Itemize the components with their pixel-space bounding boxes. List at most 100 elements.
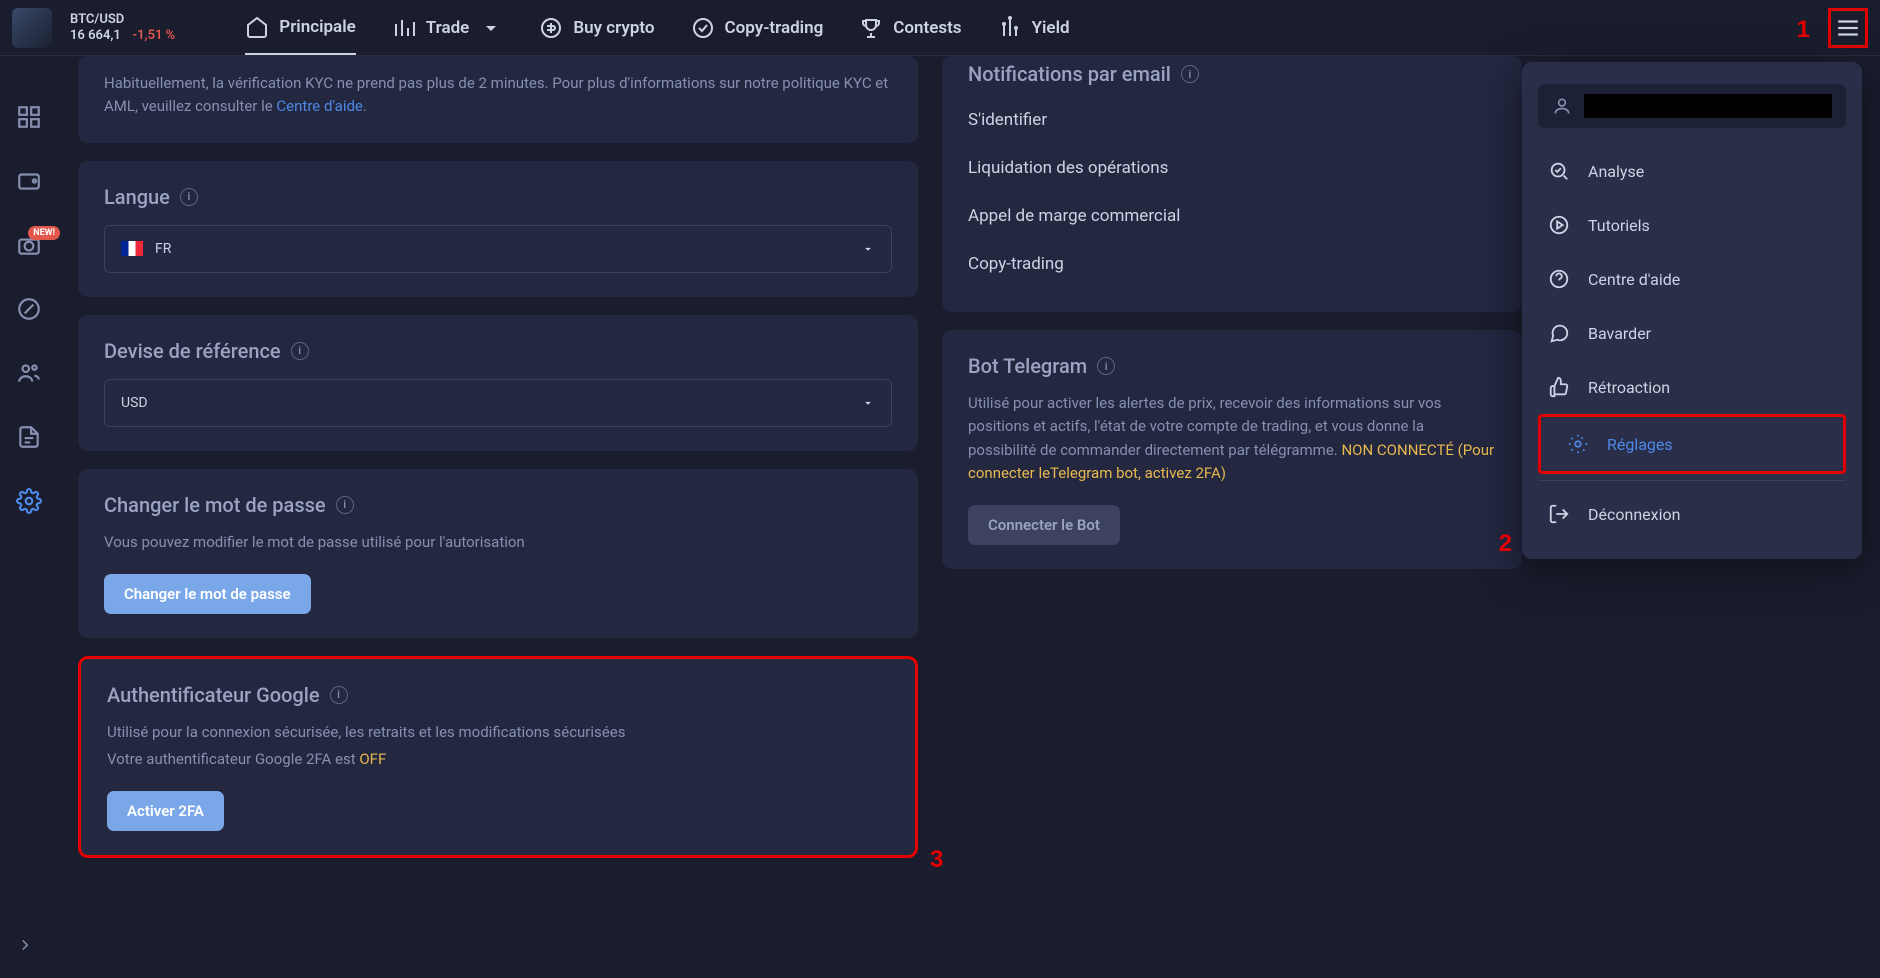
ticker-price: 16 664,1 xyxy=(70,28,121,43)
rail-rewards[interactable] xyxy=(16,296,42,322)
gear-icon xyxy=(16,488,42,514)
rail-expand[interactable] xyxy=(16,936,34,958)
nav-yield[interactable]: Yield xyxy=(998,2,1070,54)
file-icon xyxy=(16,424,42,450)
info-icon[interactable]: i xyxy=(330,686,348,704)
rail-referral[interactable] xyxy=(16,360,42,386)
dropdown-label: Réglages xyxy=(1607,435,1673,454)
dropdown-retroaction[interactable]: Rétroaction xyxy=(1522,360,1862,414)
user-icon xyxy=(1552,96,1572,116)
notif-item-margin[interactable]: Appel de marge commercial xyxy=(968,192,1496,240)
rail-settings[interactable] xyxy=(16,488,42,514)
nav-copy-trading[interactable]: Copy-trading xyxy=(691,2,824,54)
chevron-right-icon xyxy=(16,936,34,954)
annotation-2: 2 xyxy=(1499,530,1512,558)
rail-docs[interactable] xyxy=(16,424,42,450)
logout-icon xyxy=(1548,503,1570,525)
dropdown-aide[interactable]: Centre d'aide xyxy=(1522,252,1862,306)
chevron-down-icon xyxy=(861,242,875,256)
info-icon[interactable]: i xyxy=(180,188,198,206)
user-dropdown: Analyse Tutoriels Centre d'aide Bavarder… xyxy=(1522,62,1862,559)
g2fa-desc2: Votre authentificateur Google 2FA est xyxy=(107,750,359,768)
dropdown-label: Rétroaction xyxy=(1588,378,1670,397)
email-notifications-card: Notifications par email i S'identifier L… xyxy=(942,56,1522,312)
annotation-3: 3 xyxy=(930,846,943,874)
dropdown-tutoriels[interactable]: Tutoriels xyxy=(1522,198,1862,252)
change-password-button[interactable]: Changer le mot de passe xyxy=(104,574,311,614)
divider xyxy=(1538,480,1846,481)
info-icon[interactable]: i xyxy=(1181,65,1199,83)
ticker-pair: BTC/USD xyxy=(70,12,175,27)
dropdown-label: Déconnexion xyxy=(1588,505,1680,524)
home-icon xyxy=(245,15,269,39)
annotation-1: 1 xyxy=(1797,16,1810,44)
new-badge: NEW! xyxy=(28,226,60,240)
google-2fa-card: Authentificateur Google i Utilisé pour l… xyxy=(78,656,918,859)
play-icon xyxy=(1548,214,1570,236)
notif-item-copytrading[interactable]: Copy-trading xyxy=(968,240,1496,288)
ticker[interactable]: BTC/USD 16 664,1 -1,51 % xyxy=(70,12,175,43)
user-email-redacted xyxy=(1584,94,1832,118)
hamburger-menu[interactable] xyxy=(1828,8,1868,48)
grid-icon xyxy=(16,104,42,130)
nav-label: Contests xyxy=(893,18,961,38)
top-nav: BTC/USD 16 664,1 -1,51 % Principale Trad… xyxy=(0,0,1880,56)
password-desc: Vous pouvez modifier le mot de passe uti… xyxy=(104,531,892,554)
kyc-help-link[interactable]: Centre d'aide xyxy=(276,97,362,115)
kyc-card: Habituellement, la vérification KYC ne p… xyxy=(78,56,918,143)
chevron-down-icon xyxy=(479,16,503,40)
info-icon[interactable]: i xyxy=(1097,357,1115,375)
users-icon xyxy=(16,360,42,386)
dropdown-user-row[interactable] xyxy=(1538,84,1846,128)
yield-icon xyxy=(998,16,1022,40)
rail-promo[interactable]: NEW! xyxy=(16,232,42,258)
trophy-icon xyxy=(859,16,883,40)
connect-bot-button[interactable]: Connecter le Bot xyxy=(968,505,1120,545)
nav-label: Trade xyxy=(426,18,470,38)
dropdown-label: Tutoriels xyxy=(1588,216,1650,235)
dropdown-reglages[interactable]: Réglages xyxy=(1538,414,1846,474)
rail-wallet[interactable] xyxy=(16,168,42,194)
rail-dashboard[interactable] xyxy=(16,104,42,130)
nav-label: Buy crypto xyxy=(573,18,654,38)
currency-card: Devise de référence i USD xyxy=(78,315,918,451)
language-title: Langue xyxy=(104,185,170,209)
currency-title: Devise de référence xyxy=(104,339,281,363)
nav-label: Copy-trading xyxy=(725,18,824,38)
notif-item-liquidation[interactable]: Liquidation des opérations xyxy=(968,144,1496,192)
flag-fr-icon xyxy=(121,241,143,256)
dropdown-deconnexion[interactable]: Déconnexion xyxy=(1522,487,1862,541)
dropdown-bavarder[interactable]: Bavarder xyxy=(1522,306,1862,360)
nav-principale[interactable]: Principale xyxy=(245,1,355,55)
thumbs-up-icon xyxy=(1548,376,1570,398)
nav-trade[interactable]: Trade xyxy=(392,2,504,54)
kyc-desc: Habituellement, la vérification KYC ne p… xyxy=(104,74,888,115)
notif-item-login[interactable]: S'identifier xyxy=(968,96,1496,144)
copy-trading-icon xyxy=(691,16,715,40)
dropdown-analyse[interactable]: Analyse xyxy=(1522,144,1862,198)
password-card: Changer le mot de passe i Vous pouvez mo… xyxy=(78,469,918,638)
nav-label: Yield xyxy=(1032,18,1070,38)
kyc-suffix: . xyxy=(363,97,367,115)
nav-contests[interactable]: Contests xyxy=(859,2,961,54)
enable-2fa-button[interactable]: Activer 2FA xyxy=(107,791,224,831)
ticker-change: -1,51 % xyxy=(132,28,175,43)
dropdown-label: Centre d'aide xyxy=(1588,270,1680,289)
nav-label: Principale xyxy=(279,17,355,37)
dropdown-label: Bavarder xyxy=(1588,324,1651,343)
menu-icon xyxy=(1835,15,1861,41)
language-select[interactable]: FR xyxy=(104,225,892,273)
buy-icon xyxy=(539,16,563,40)
app-logo[interactable] xyxy=(12,8,52,48)
nav-buy-crypto[interactable]: Buy crypto xyxy=(539,2,654,54)
telegram-card: Bot Telegram i Utilisé pour activer les … xyxy=(942,330,1522,569)
chat-icon xyxy=(1548,322,1570,344)
info-icon[interactable]: i xyxy=(336,496,354,514)
help-icon xyxy=(1548,268,1570,290)
g2fa-title: Authentificateur Google xyxy=(107,683,320,707)
currency-select[interactable]: USD xyxy=(104,379,892,427)
g2fa-status: OFF xyxy=(359,750,386,768)
gear-icon xyxy=(1567,433,1589,455)
info-icon[interactable]: i xyxy=(291,342,309,360)
language-card: Langue i FR xyxy=(78,161,918,297)
